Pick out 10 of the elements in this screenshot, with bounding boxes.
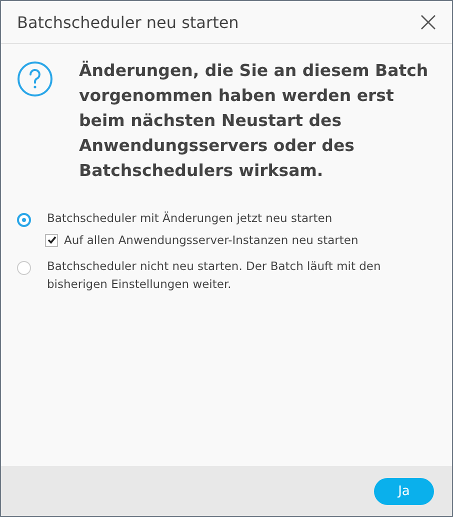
checkbox-label: Auf allen Anwendungsserver-Instanzen neu starten (64, 232, 358, 249)
checkbox[interactable] (45, 234, 58, 246)
option-label: Batchscheduler mit Änderungen jetzt neu starten (47, 210, 332, 227)
window-title: Batchscheduler neu starten (17, 12, 239, 32)
question-icon (17, 61, 53, 97)
message-text: Änderungen, die Sie an diesem Batch vorgenommen haben werden erst beim nächsten Neustart des Anwendungsservers oder des Batchschedulers wirksam. (79, 60, 430, 182)
radio-button[interactable] (17, 213, 31, 227)
option-label: Batchscheduler nicht neu starten. Der Batch läuft mit den bisherigen Einstellungen weiter. (47, 258, 382, 293)
close-button[interactable]: × (412, 8, 444, 36)
radio-button[interactable] (17, 261, 31, 275)
